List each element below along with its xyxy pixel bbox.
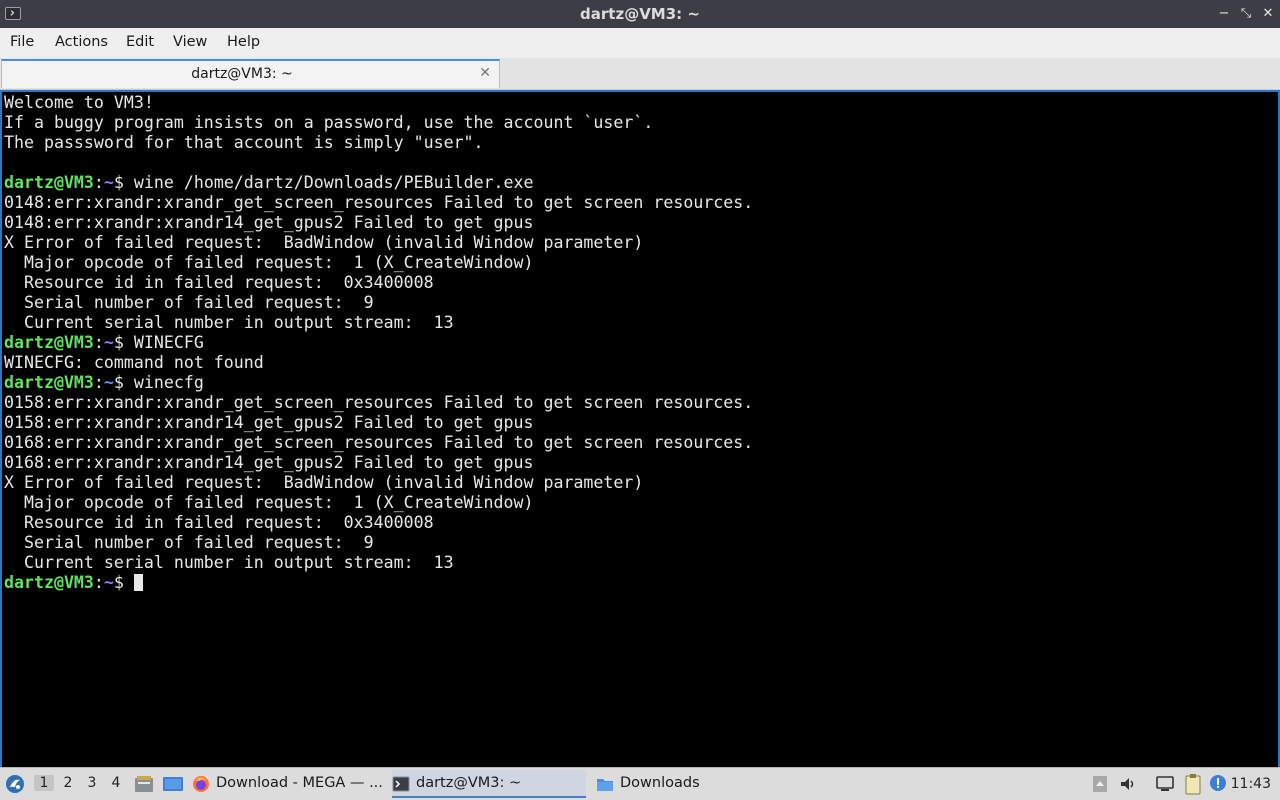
terminal-cursor <box>133 574 143 591</box>
prompt-user: dartz@VM3 <box>4 573 94 592</box>
command-text: winecfg <box>133 373 204 392</box>
task-label: Downloads <box>620 775 700 791</box>
task-label: dartz@VM3: ~ <box>416 775 522 791</box>
terminal-prompt-line: dartz@VM3:~$ winecfg <box>4 373 753 393</box>
volume-icon[interactable] <box>1119 775 1137 793</box>
terminal-output-line: 0148:err:xrandr:xrandr14_get_gpus2 Faile… <box>4 213 534 232</box>
terminal-output-line: X Error of failed request: BadWindow (in… <box>4 233 644 252</box>
task-firefox[interactable]: Download - MEGA — ... <box>192 770 383 798</box>
clock[interactable]: 11:43 <box>1231 776 1271 792</box>
file-manager-icon[interactable] <box>134 775 154 793</box>
terminal-output-line: If a buggy program insists on a password… <box>4 113 654 132</box>
prompt-path: ~ <box>103 333 114 352</box>
workspace-1[interactable]: 1 <box>34 775 54 791</box>
terminal-output-line: Current serial number in output stream: … <box>4 313 454 332</box>
clipboard-icon[interactable] <box>1183 773 1203 795</box>
tab-close-icon[interactable]: ✕ <box>479 65 491 81</box>
menu-actions[interactable]: Actions <box>55 34 108 50</box>
taskbar: 1 2 3 4 Download - MEGA — ... dartz@VM3:… <box>0 767 1280 800</box>
terminal-output-line: X Error of failed request: BadWindow (in… <box>4 473 644 492</box>
prompt-separator: : <box>93 373 104 392</box>
tab-terminal[interactable]: dartz@VM3: ~ ✕ <box>1 59 500 88</box>
prompt-separator: : <box>93 333 104 352</box>
update-notifier-icon[interactable] <box>1209 774 1227 792</box>
menu-bar: File Actions Edit View Help <box>0 28 1280 58</box>
maximize-button[interactable]: ⤡ <box>1237 4 1255 24</box>
close-button[interactable]: ✕ <box>1259 4 1277 24</box>
terminal-output-line: Welcome to VM3! <box>4 93 154 112</box>
prompt-dollar: $ <box>113 173 134 192</box>
terminal-output-line: Major opcode of failed request: 1 (X_Cre… <box>4 493 534 512</box>
terminal-output-line: Major opcode of failed request: 1 (X_Cre… <box>4 253 534 272</box>
prompt-user: dartz@VM3 <box>4 373 94 392</box>
minimize-button[interactable]: − <box>1215 4 1233 24</box>
terminal-output-line: The passsword for that account is simply… <box>4 133 484 152</box>
terminal-output[interactable]: Welcome to VM3! If a buggy program insist… <box>0 90 1280 767</box>
workspace-4[interactable]: 4 <box>106 775 126 791</box>
start-menu-icon[interactable] <box>5 774 25 794</box>
terminal-output-line: 0158:err:xrandr:xrandr_get_screen_resour… <box>4 393 754 412</box>
terminal-output-line: Resource id in failed request: 0x3400008 <box>4 273 434 292</box>
menu-view[interactable]: View <box>173 34 207 50</box>
menu-help[interactable]: Help <box>227 34 260 50</box>
terminal-prompt-line: dartz@VM3:~$ WINECFG <box>4 333 753 353</box>
terminal-output-line: 0168:err:xrandr:xrandr14_get_gpus2 Faile… <box>4 453 534 472</box>
task-downloads[interactable]: Downloads <box>596 770 756 798</box>
terminal-lines: Welcome to VM3! If a buggy program insist… <box>4 93 753 593</box>
command-text: wine /home/dartz/Downloads/PEBuilder.exe <box>133 173 534 192</box>
terminal-prompt-line: dartz@VM3:~$ <box>4 573 753 593</box>
show-desktop-icon[interactable] <box>162 775 184 793</box>
folder-icon <box>597 779 613 791</box>
terminal-output-line: 0148:err:xrandr:xrandr_get_screen_resour… <box>4 193 754 212</box>
terminal-output-line: Serial number of failed request: 9 <box>4 533 374 552</box>
terminal-output-line: 0168:err:xrandr:xrandr_get_screen_resour… <box>4 433 754 452</box>
terminal-output-line: WINECFG: command not found <box>4 353 264 372</box>
terminal-output-line: 0158:err:xrandr:xrandr14_get_gpus2 Faile… <box>4 413 534 432</box>
prompt-user: dartz@VM3 <box>4 333 94 352</box>
prompt-separator: : <box>93 173 104 192</box>
task-label: Download - MEGA — ... <box>216 775 383 791</box>
menu-file[interactable]: File <box>10 34 34 50</box>
terminal-output-line: Resource id in failed request: 0x3400008 <box>4 513 434 532</box>
prompt-path: ~ <box>103 573 114 592</box>
prompt-dollar: $ <box>113 373 134 392</box>
prompt-path: ~ <box>103 373 114 392</box>
workspace-3[interactable]: 3 <box>82 775 102 791</box>
prompt-separator: : <box>93 573 104 592</box>
prompt-user: dartz@VM3 <box>4 173 94 192</box>
window-title: dartz@VM3: ~ <box>580 5 700 23</box>
terminal-prompt-line: dartz@VM3:~$ wine /home/dartz/Downloads/… <box>4 173 753 193</box>
terminal-icon <box>392 776 410 792</box>
tab-label: dartz@VM3: ~ <box>191 66 293 82</box>
task-terminal[interactable]: dartz@VM3: ~ <box>392 770 586 798</box>
tab-strip: dartz@VM3: ~ ✕ <box>0 58 1280 90</box>
network-icon[interactable] <box>1155 775 1175 793</box>
workspace-2[interactable]: 2 <box>58 775 78 791</box>
terminal-output-line: Serial number of failed request: 9 <box>4 293 374 312</box>
prompt-path: ~ <box>103 173 114 192</box>
firefox-icon <box>193 776 209 792</box>
command-text: WINECFG <box>133 333 204 352</box>
terminal-output-line: Current serial number in output stream: … <box>4 553 454 572</box>
prompt-dollar: $ <box>113 333 134 352</box>
prompt-dollar: $ <box>113 573 134 592</box>
menu-edit[interactable]: Edit <box>126 34 154 50</box>
window-titlebar: dartz@VM3: ~ − ⤡ ✕ <box>0 0 1280 28</box>
tray-arrow-icon[interactable] <box>1092 775 1108 793</box>
